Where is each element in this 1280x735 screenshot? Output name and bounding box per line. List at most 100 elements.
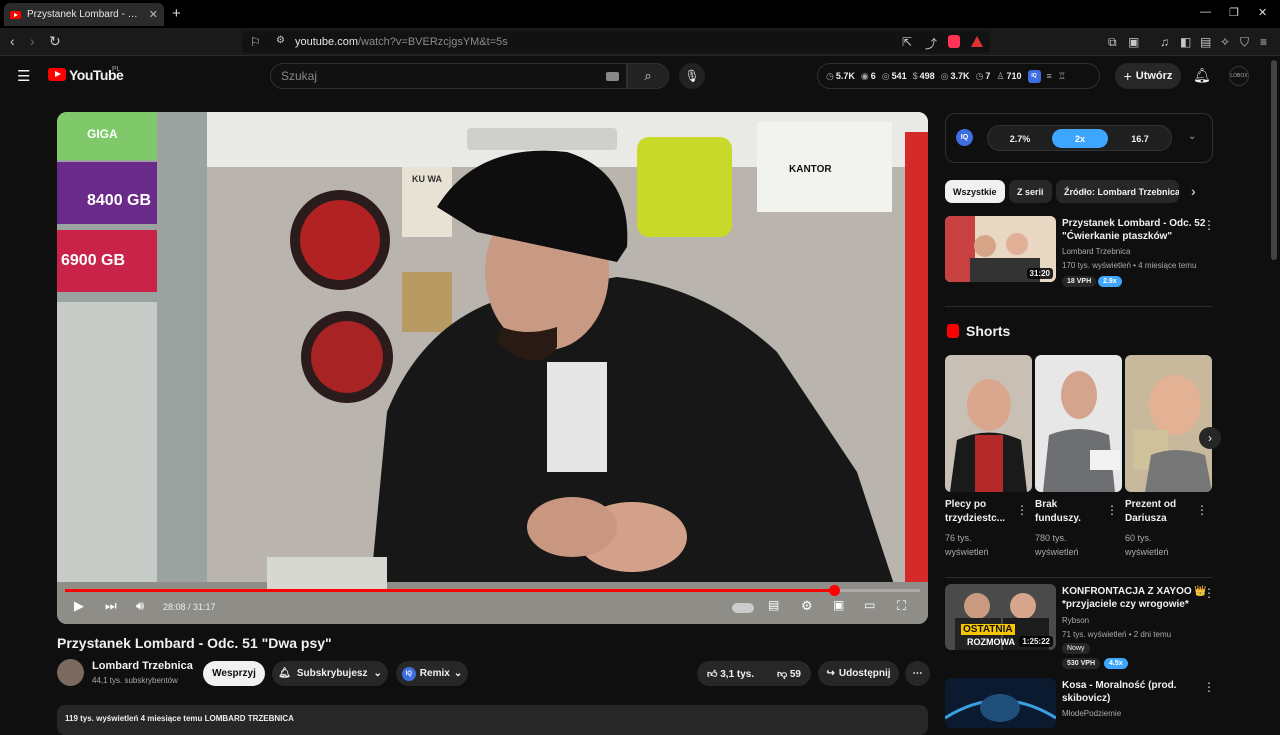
autoplay-toggle[interactable] [732, 603, 754, 613]
extensions-icon[interactable]: ⧉ [1108, 35, 1117, 50]
iq-extension-icon[interactable]: IQ [1027, 69, 1041, 83]
short-views-line: 76 tys. [945, 533, 972, 543]
video-title-line[interactable]: Kosa - Moralność (prod. [1062, 679, 1176, 692]
wallet-icon[interactable]: ▤ [1200, 35, 1211, 49]
back-icon[interactable]: ‹ [10, 33, 15, 49]
reader-icon[interactable]: ▣ [1128, 35, 1139, 49]
close-window-icon[interactable]: ✕ [1258, 6, 1267, 19]
search-placeholder: Szukaj [281, 69, 318, 83]
create-button[interactable]: + Utwórz [1115, 63, 1181, 89]
more-vertical-icon[interactable]: ⋮ [1016, 503, 1028, 517]
short-thumbnail[interactable] [1035, 355, 1122, 492]
description-box[interactable]: 119 tys. wyświetleń 4 miesiące temu LOMB… [57, 705, 928, 735]
music-icon[interactable]: ♫ [1160, 35, 1169, 49]
sidebar-icon[interactable]: ◧ [1180, 35, 1191, 49]
more-vertical-icon[interactable]: ⋮ [1203, 680, 1215, 694]
video-title-line[interactable]: skibovicz) [1062, 692, 1110, 705]
list-icon[interactable]: ≡ [1047, 71, 1052, 81]
stats-extension-bar[interactable]: ◷ 5.7K ◉ 6 ◎ 541 $498 ◎ 3.7K ◷ 7 ♙ 710 IQ ≡ ♖ [817, 63, 1100, 89]
leo-ai-icon[interactable]: ✧ [1220, 35, 1230, 49]
progress-scrubber[interactable] [828, 585, 840, 596]
reload-icon[interactable]: ↻ [49, 33, 61, 50]
voice-search-button[interactable]: 🎙 [679, 63, 705, 89]
volume-icon[interactable]: 🔊︎ [136, 598, 144, 614]
browser-tab[interactable]: Przystanek Lombard - Odc. 51 "D ✕ [4, 3, 164, 26]
chip-series[interactable]: Z serii [1009, 180, 1052, 203]
video-player[interactable]: 8400 GB 6900 GB GIGA KU WA KANTOR [57, 112, 928, 624]
video-title-line[interactable]: *przyjaciele czy wrogowie* [1062, 598, 1189, 611]
video-progress-bar[interactable] [65, 585, 920, 596]
open-in-app-icon[interactable]: ⇱ [902, 35, 912, 49]
rewards-icon[interactable] [971, 36, 983, 47]
iq-metric[interactable]: 2.7% [992, 129, 1048, 148]
site-info-icon[interactable]: ⚙ [276, 35, 285, 46]
more-vertical-icon[interactable]: ⋮ [1106, 503, 1118, 517]
like-button[interactable]: 👍︎ 3,1 tys. [707, 668, 754, 680]
divider [945, 306, 1212, 307]
shorts-next-button[interactable]: › [1199, 427, 1221, 449]
support-button[interactable]: Wesprzyj [203, 661, 265, 686]
hamburger-menu-icon[interactable]: ☰ [17, 67, 30, 85]
menu-icon[interactable]: ≡ [1260, 35, 1267, 49]
dislike-button[interactable]: 👎︎ 59 [777, 668, 801, 680]
new-tab-button[interactable]: + [172, 5, 181, 22]
subscribed-button[interactable]: 🔔︎ Subskrybujesz ⌄ [272, 661, 388, 686]
youtube-logo-icon[interactable] [48, 68, 66, 81]
chip-source[interactable]: Źródło: Lombard Trzebnica [1056, 180, 1179, 203]
chevron-right-icon[interactable]: › [1191, 183, 1196, 199]
more-vertical-icon[interactable]: ⋮ [1203, 586, 1215, 600]
forward-icon[interactable]: › [30, 33, 35, 49]
more-actions-button[interactable]: ⋯ [905, 661, 930, 686]
iq-metric-active[interactable]: 2x [1052, 129, 1108, 148]
search-input[interactable] [270, 63, 627, 89]
brave-shield-icon[interactable] [948, 35, 960, 48]
minimize-icon[interactable]: — [1200, 6, 1211, 18]
settings-gear-icon[interactable]: ⚙ [801, 598, 813, 614]
bookmark-icon[interactable]: ⚐ [250, 35, 261, 49]
video-title-line[interactable]: KONFRONTACJA Z XAYOO 👑 [1062, 585, 1207, 598]
page-scrollbar[interactable] [1271, 60, 1277, 260]
next-icon[interactable]: ⏭︎ [105, 598, 117, 614]
iq-metric[interactable]: 16.7 [1112, 129, 1168, 148]
channel-name[interactable]: Lombard Trzebnica [92, 660, 193, 672]
chevron-down-icon: ⌄ [453, 668, 463, 679]
url-text[interactable]: youtube.com/watch?v=BVERzcjgsYM&t=5s [295, 36, 508, 48]
play-icon[interactable]: ▶ [74, 598, 84, 614]
like-dislike-group[interactable]: 👍︎ 3,1 tys. 👎︎ 59 [697, 661, 811, 686]
short-title[interactable]: Brak funduszy. [1035, 498, 1107, 526]
video-title-line[interactable]: "Ćwierkanie ptaszków" [1062, 230, 1172, 243]
video-thumbnail[interactable] [945, 678, 1056, 728]
more-vertical-icon[interactable]: ⋮ [1196, 503, 1208, 517]
trophy-icon[interactable]: ♖ [1058, 71, 1066, 82]
fullscreen-icon[interactable]: ⛶ [897, 598, 906, 614]
keyboard-icon[interactable] [606, 72, 619, 81]
chevron-down-icon[interactable]: ⌄ [1188, 131, 1196, 142]
remix-button[interactable]: IQ Remix ⌄ [396, 661, 468, 686]
account-avatar[interactable]: LOBOX [1229, 66, 1249, 86]
subtitles-icon[interactable]: ▤ [768, 598, 779, 612]
short-thumbnail[interactable] [1125, 355, 1212, 492]
time-display: 28:08 / 31:17 [163, 602, 216, 612]
chip-all[interactable]: Wszystkie [945, 180, 1005, 203]
video-channel[interactable]: Lombard Trzebnica [1062, 247, 1130, 256]
channel-avatar[interactable] [57, 659, 84, 686]
notifications-bell-icon[interactable]: 🔔︎ [1193, 67, 1211, 84]
share-button[interactable]: ↪ Udostępnij [818, 661, 899, 686]
short-title[interactable]: Plecy po trzydziestc... [945, 498, 1017, 526]
video-channel[interactable]: Rybson [1062, 616, 1089, 625]
video-thumbnail[interactable]: 31:20 [945, 216, 1056, 282]
theater-mode-icon[interactable]: ▭ [864, 598, 875, 612]
video-title-line[interactable]: Przystanek Lombard - Odc. 52 [1062, 217, 1205, 230]
miniplayer-icon[interactable]: ▣ [833, 598, 844, 612]
tab-close-icon[interactable]: ✕ [149, 8, 158, 21]
video-thumbnail[interactable]: OSTATNIA ROZMOWA 1:25:22 [945, 584, 1056, 650]
video-channel[interactable]: MłodePodziemie [1062, 709, 1121, 718]
short-thumbnail[interactable] [945, 355, 1032, 492]
short-title-line: Dariusza [1125, 513, 1167, 524]
restore-icon[interactable]: ❐ [1229, 6, 1239, 19]
search-button[interactable]: ⌕ [627, 63, 669, 89]
share-page-icon[interactable]: ⤴ [925, 35, 937, 52]
more-vertical-icon[interactable]: ⋮ [1203, 218, 1215, 232]
short-title[interactable]: Prezent od Dariusza [1125, 498, 1197, 526]
vpn-icon[interactable]: ⛉ [1240, 35, 1249, 50]
